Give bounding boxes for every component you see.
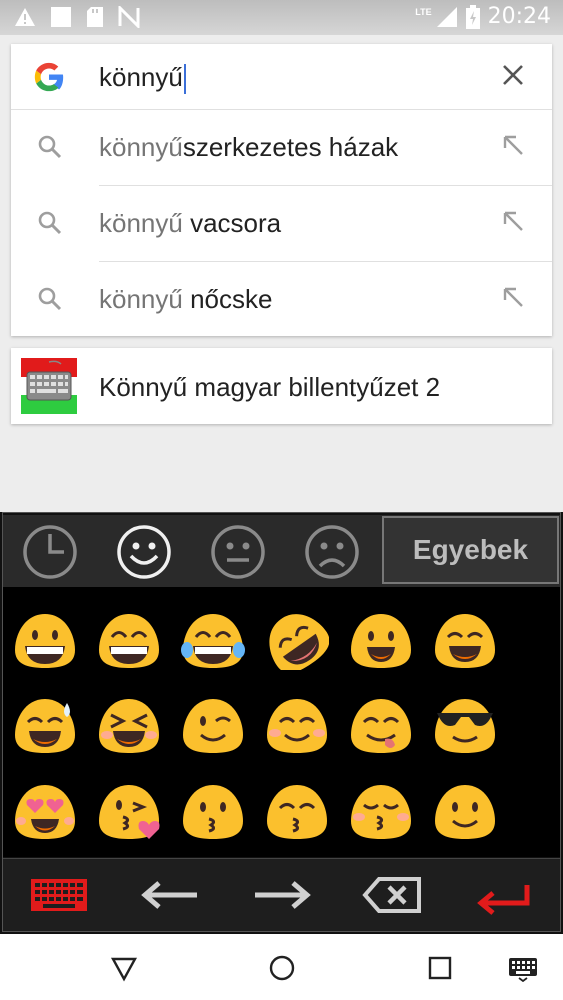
suggestion-item[interactable]: könnyű vacsora	[11, 186, 552, 262]
suggestion-text: könnyű nőcske	[99, 284, 273, 314]
emoji-smiling-eyes-open[interactable]	[433, 610, 497, 670]
arrow-left-icon[interactable]	[139, 875, 201, 915]
suggestion-item[interactable]: könnyű nőcske	[11, 262, 552, 338]
emoji-kissing-heart[interactable]	[97, 781, 161, 841]
emoji-sweat-smile[interactable]	[13, 695, 77, 755]
sd-card-icon	[87, 7, 103, 27]
recent-icon[interactable]	[22, 524, 78, 580]
no-signal-icon	[118, 6, 140, 28]
clock: 20:24	[487, 4, 551, 29]
fill-query-arrow-icon[interactable]	[502, 286, 524, 308]
emoji-grid	[3, 587, 560, 857]
hungarian-keyboard-app-icon	[21, 358, 77, 414]
search-bar[interactable]: könnyű	[11, 44, 552, 110]
home-icon[interactable]	[268, 954, 296, 982]
signal-icon	[436, 6, 457, 27]
smiley-happy-icon[interactable]	[116, 524, 172, 580]
emoji-squinting-laugh[interactable]	[97, 695, 161, 755]
other-symbols-tab[interactable]: Egyebek	[382, 516, 559, 584]
enter-icon[interactable]	[473, 881, 535, 921]
back-icon[interactable]	[110, 954, 138, 982]
clear-icon[interactable]	[502, 64, 524, 86]
search-icon	[38, 287, 62, 311]
emoji-winking[interactable]	[181, 695, 245, 755]
emoji-heart-eyes[interactable]	[13, 781, 77, 841]
keyboard-switch-icon[interactable]	[508, 954, 538, 982]
warning-icon	[15, 8, 35, 26]
image-icon	[51, 7, 71, 27]
emoji-smiling-blush[interactable]	[265, 695, 329, 755]
network-type: LTE	[415, 6, 432, 17]
emoji-grinning[interactable]	[13, 610, 77, 670]
emoji-smiling-open[interactable]	[349, 610, 413, 670]
navigation-bar	[0, 934, 563, 1000]
smiley-sad-icon[interactable]	[304, 524, 360, 580]
google-logo-icon	[34, 62, 64, 92]
fill-query-arrow-icon[interactable]	[502, 134, 524, 156]
arrow-right-icon[interactable]	[251, 875, 313, 915]
suggestion-text: könnyű vacsora	[99, 208, 282, 238]
search-icon	[38, 211, 62, 235]
emoji-category-tabs: Egyebek	[3, 515, 560, 587]
search-input[interactable]: könnyű	[99, 62, 186, 95]
suggestion-text: könnyűszerkezetes házak	[99, 132, 399, 162]
app-result-item[interactable]: Könnyű magyar billentyűzet 2	[11, 348, 552, 424]
keyboard-icon[interactable]	[29, 875, 89, 915]
emoji-savoring[interactable]	[349, 695, 413, 755]
text-caret	[183, 64, 186, 95]
smiley-neutral-icon[interactable]	[210, 524, 266, 580]
backspace-icon[interactable]	[361, 875, 423, 915]
emoji-tears-of-joy[interactable]	[181, 610, 245, 670]
app-result-label: Könnyű magyar billentyűzet 2	[99, 372, 441, 402]
emoji-beaming[interactable]	[97, 610, 161, 670]
emoji-sunglasses[interactable]	[433, 695, 497, 755]
emoji-slight-smile[interactable]	[433, 781, 497, 841]
emoji-kissing-smiling-eyes[interactable]	[265, 781, 329, 841]
battery-icon	[465, 4, 480, 29]
search-card: könnyű könnyűszerkezetes házak könnyű va…	[11, 44, 552, 336]
fill-query-arrow-icon[interactable]	[502, 210, 524, 232]
emoji-keyboard: Egyebek	[0, 512, 563, 934]
emoji-kissing[interactable]	[181, 781, 245, 841]
status-bar: LTE 20:24	[0, 0, 563, 35]
keyboard-action-bar	[3, 858, 560, 931]
search-query-text: könnyű	[99, 62, 183, 92]
search-icon	[38, 135, 62, 159]
emoji-rolling-laughing[interactable]	[265, 610, 329, 670]
emoji-kissing-closed-eyes[interactable]	[349, 781, 413, 841]
suggestion-item[interactable]: könnyűszerkezetes házak	[11, 110, 552, 186]
recents-icon[interactable]	[426, 954, 454, 982]
